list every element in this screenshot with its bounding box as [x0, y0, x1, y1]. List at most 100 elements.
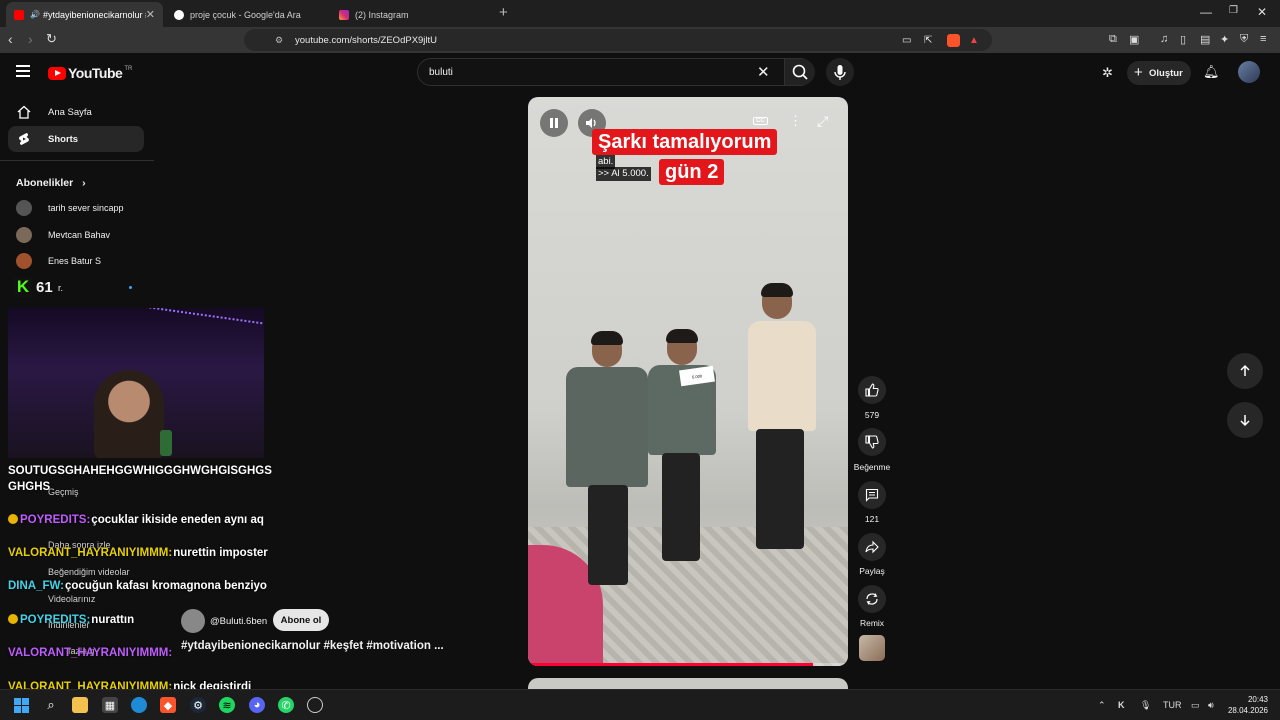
short-title-hashtags[interactable]: #ytdayibenionecikarnolur #keşfet #motiva… — [181, 640, 444, 652]
search-taskbar-icon[interactable]: ⌕ — [43, 697, 59, 713]
edge-icon[interactable] — [131, 697, 147, 713]
video-caption-line1: Şarkı tamalıyorum — [592, 129, 778, 155]
tray-overflow-icon[interactable]: ⌃ — [1098, 700, 1106, 711]
next-short-button[interactable] — [1227, 402, 1263, 438]
channel-name[interactable]: @Buluti.6ben — [210, 616, 267, 627]
captions-icon[interactable]: CC — [753, 117, 768, 125]
extensions-icon[interactable]: ⧉ — [1109, 33, 1117, 46]
clear-search-icon[interactable]: ✕ — [757, 63, 770, 81]
sidebar-item-shorts[interactable]: Shorts — [8, 126, 144, 152]
search-box[interactable]: buluti ✕ — [417, 58, 815, 86]
volume-icon — [586, 118, 596, 128]
subscribe-button[interactable]: Abone ol — [273, 609, 329, 631]
steam-icon[interactable]: ⚙ — [190, 697, 206, 713]
cast-icon[interactable]: ▭ — [902, 35, 911, 46]
obs-icon[interactable] — [307, 697, 323, 713]
channel-avatar — [16, 253, 32, 269]
subscription-item[interactable]: Enes Batur S — [16, 253, 101, 269]
file-explorer-icon[interactable] — [72, 697, 88, 713]
share-button[interactable] — [858, 533, 886, 561]
chat-username: POYREDITS: — [20, 614, 91, 626]
wallet-icon[interactable]: ▣ — [1129, 33, 1139, 46]
browser-toolbar: ‹ › ↻ ⛉ ⚙ youtube.com/shorts/ZEOdPX9jltU… — [0, 27, 1280, 53]
sidebar-item-history[interactable]: Geçmiş — [48, 487, 79, 497]
subscriber-badge-icon — [8, 514, 18, 524]
streamer-webcam — [8, 308, 264, 458]
chevron-right-icon: › — [82, 177, 86, 189]
subscription-item[interactable]: Mevtcan Bahav — [16, 227, 110, 243]
discord-icon[interactable]: ◕ — [249, 697, 265, 713]
browser-menu-icon[interactable]: ≡ — [1260, 33, 1266, 45]
minimize-button[interactable]: — — [1200, 5, 1212, 19]
youtube-logo[interactable]: YouTube TR — [48, 65, 132, 81]
whatsapp-icon[interactable]: ✆ — [278, 697, 294, 713]
more-options-icon[interactable]: ⋮ — [789, 113, 802, 129]
subscriptions-heading[interactable]: Abonelikler › — [16, 177, 86, 189]
chat-message: SOUTUGSGHAHEHGGWHIGGGHWGHGISGHGS — [8, 465, 272, 477]
channel-avatar[interactable] — [181, 609, 205, 633]
kick-tray-icon[interactable]: K — [1118, 700, 1125, 710]
brave-icon[interactable]: ◆ — [160, 697, 176, 713]
tab-youtube-short[interactable]: 🔊 #ytdayibenionecikarnolur #ke ✕ — [6, 2, 163, 27]
tab-instagram[interactable]: (2) Instagram — [331, 2, 493, 27]
system-clock[interactable]: 20:43 28.04.2026 — [1226, 694, 1268, 716]
video-progress-bar[interactable] — [528, 663, 848, 666]
pause-button[interactable] — [540, 109, 568, 137]
shorts-remix-icon[interactable]: ✲ — [1102, 65, 1113, 81]
remix-button[interactable] — [858, 585, 886, 613]
previous-short-button[interactable] — [1227, 353, 1263, 389]
site-info-icon[interactable]: ⚙ — [275, 35, 283, 46]
channel-info[interactable]: @Buluti.6ben — [181, 609, 267, 633]
sound-thumbnail[interactable] — [859, 635, 885, 661]
dislike-button[interactable] — [858, 428, 886, 456]
wallet-alt-icon[interactable]: ▤ — [1200, 33, 1210, 46]
fullscreen-icon[interactable]: ⤢ — [817, 113, 828, 130]
forward-button[interactable]: › — [28, 31, 33, 47]
chat-username: POYREDITS: — [20, 514, 91, 526]
chat-message: VALORANT_HAYRANIYIMMM:nurettin imposter — [8, 547, 268, 559]
back-button[interactable]: ‹ — [8, 31, 13, 47]
vpn-icon[interactable]: ⛨ — [1240, 33, 1248, 46]
microsoft-store-icon[interactable]: ▦ — [102, 697, 118, 713]
windows-start-icon[interactable] — [13, 697, 29, 713]
share-icon[interactable]: ⇱ — [924, 35, 932, 46]
like-button[interactable] — [858, 376, 886, 404]
viewer-count: 61 — [36, 278, 53, 296]
network-icon[interactable]: ▭ — [1191, 700, 1200, 711]
address-bar[interactable]: ⚙ youtube.com/shorts/ZEOdPX9jltU ▭ ⇱ ▲ — [244, 29, 992, 51]
close-window-button[interactable]: ✕ — [1257, 5, 1267, 19]
subscription-item[interactable]: r. — [58, 283, 63, 293]
chat-username: VALORANT_HAYRANIYIMMM: — [8, 647, 173, 659]
arrow-up-icon — [1240, 364, 1250, 376]
brave-rewards-icon[interactable]: ▲ — [969, 35, 979, 46]
voice-search-button[interactable] — [826, 58, 854, 86]
search-input[interactable]: buluti — [429, 67, 453, 78]
sidebar-item-your-videos[interactable]: Videolarınız — [48, 594, 95, 604]
restore-button[interactable]: ❐ — [1229, 5, 1238, 16]
sidebar-item-liked-videos[interactable]: Beğendiğim videolar — [48, 567, 130, 577]
like-count: 579 — [864, 410, 880, 420]
account-avatar[interactable] — [1238, 61, 1260, 83]
instagram-icon — [339, 9, 349, 20]
new-tab-button[interactable]: + — [499, 4, 508, 21]
shorts-video-player[interactable]: 5.000 CC ⋮ ⤢ Şarkı tamalıyorum gün 2 abi… — [528, 97, 848, 666]
create-button[interactable]: + Oluştur — [1127, 61, 1191, 85]
sidebar-item-home[interactable]: Ana Sayfa — [8, 99, 144, 125]
brave-shields-icon[interactable] — [947, 33, 960, 47]
leo-ai-icon[interactable]: ✦ — [1220, 33, 1229, 46]
spotify-icon[interactable]: ≋ — [219, 697, 235, 713]
comments-button[interactable] — [858, 481, 886, 509]
reload-button[interactable]: ↻ — [46, 31, 57, 47]
channel-avatar — [16, 227, 32, 243]
media-icon[interactable]: ♫ — [1160, 33, 1168, 45]
sidebar-icon[interactable]: ▯ — [1180, 33, 1186, 46]
tab-google-search[interactable]: proje çocuk - Google'da Ara — [166, 2, 326, 27]
hamburger-menu-icon[interactable] — [16, 65, 30, 77]
volume-tray-icon[interactable]: 🔊︎ — [1208, 700, 1214, 711]
input-language[interactable]: TUR — [1163, 700, 1182, 710]
subscription-item[interactable]: tarih sever sincapp — [16, 200, 124, 216]
close-tab-icon[interactable]: ✕ — [146, 8, 155, 21]
notifications-bell-icon[interactable]: 🔔︎ — [1203, 64, 1220, 80]
search-button[interactable] — [784, 59, 815, 85]
mic-tray-icon[interactable]: 🎙︎ — [1140, 700, 1151, 711]
